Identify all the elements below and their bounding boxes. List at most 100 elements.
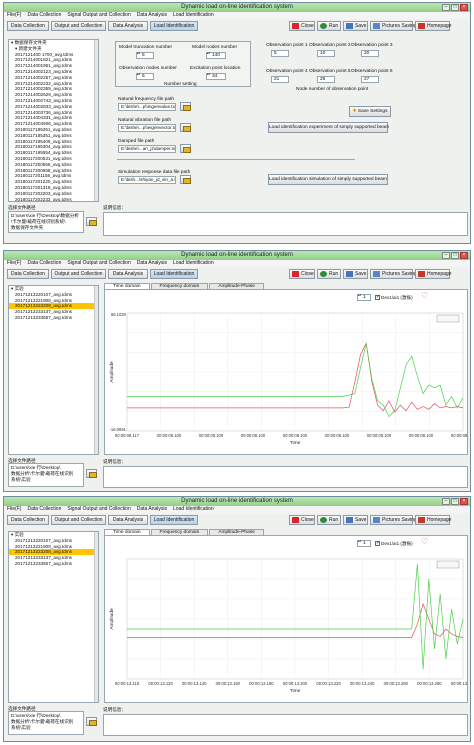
number-setting-label: Number setting: [164, 82, 197, 87]
close-button[interactable]: Close: [289, 21, 315, 31]
tab-data-analysis[interactable]: Data Analysis: [108, 269, 148, 279]
menu-data-collection[interactable]: Data Collection: [27, 260, 61, 267]
path-display: D:\users\xie 行\Desktop\数据分析\卡尔曼\载荷在线识别系统…: [8, 711, 84, 735]
tab-load-identification[interactable]: Load Identification: [150, 269, 198, 279]
file-list-item[interactable]: 20171213233657_avg.tdms: [9, 561, 98, 567]
pictures-saving-button[interactable]: Pictures Saving: [370, 21, 417, 31]
heart-icon[interactable]: ♡: [421, 291, 428, 300]
browse-folder-button[interactable]: [86, 217, 97, 226]
x-tick-label: 00:00:13.200: [283, 681, 308, 686]
menu-signal-output[interactable]: Signal Output and Collection: [67, 506, 130, 513]
time-domain-chart[interactable]: 00:00:08.117 00:00:08.100 00:00:08.100 00:0…: [105, 303, 467, 455]
observation-nodes-input[interactable]: 6: [136, 73, 154, 80]
menu-data-collection[interactable]: Data Collection: [27, 12, 61, 19]
tab-data-analysis[interactable]: Data Analysis: [108, 21, 148, 31]
browse-folder-button[interactable]: [86, 717, 97, 726]
tab-output-collection[interactable]: Output and Collection: [51, 21, 106, 31]
close-window-icon[interactable]: ×: [460, 498, 468, 505]
model-nodes-input[interactable]: 140: [206, 52, 226, 59]
close-button[interactable]: Close: [289, 269, 315, 279]
time-domain-chart[interactable]: 00:00:13.118 00:00:13.120 00:00:13.140 00:0…: [105, 549, 467, 703]
channel-selector[interactable]: 1: [357, 294, 371, 301]
menu-file[interactable]: File(F): [7, 260, 21, 267]
heart-icon[interactable]: ♡: [421, 537, 428, 546]
homepage-button[interactable]: Homepage: [415, 269, 451, 279]
obs-input-5[interactable]: 26: [317, 76, 335, 83]
menu-signal-output[interactable]: Signal Output and Collection: [67, 12, 130, 19]
save-button[interactable]: Save: [343, 269, 368, 279]
minimize-icon[interactable]: –: [442, 252, 450, 259]
menu-load-identification[interactable]: Load Identification: [173, 12, 214, 19]
pictures-saving-button[interactable]: Pictures Saving: [370, 515, 417, 525]
run-button[interactable]: Run: [317, 21, 341, 31]
save-settings-button[interactable]: ✚ Save Settings: [349, 106, 391, 117]
excitation-input[interactable]: 34: [206, 73, 226, 80]
save-button[interactable]: Save: [343, 21, 368, 31]
save-button[interactable]: Save: [343, 515, 368, 525]
menu-file[interactable]: File(F): [7, 12, 21, 19]
homepage-button[interactable]: Homepage: [415, 515, 451, 525]
model-truncation-input[interactable]: 5: [136, 52, 154, 59]
simulation-button[interactable]: Load identification simulation of simply…: [268, 174, 388, 185]
channel-checkbox[interactable]: Dev1/ai1 (激振): [375, 540, 413, 547]
experiment-button[interactable]: Load identification experiment of simply…: [268, 122, 389, 133]
minimize-icon[interactable]: –: [442, 4, 450, 11]
menu-data-analysis[interactable]: Data Analysis: [137, 506, 167, 513]
x-tick-label: 00:00:08.100: [325, 433, 350, 438]
title-bar: Dynamic load on-line identification syst…: [4, 251, 470, 260]
home-icon: [418, 517, 425, 523]
obs-input-6[interactable]: 27: [361, 76, 379, 83]
tab-data-analysis[interactable]: Data Analysis: [108, 515, 148, 525]
scrollbar[interactable]: [94, 40, 98, 201]
damped-browse-button[interactable]: [180, 144, 191, 153]
tab-data-collection[interactable]: Data Collection: [7, 515, 49, 525]
x-axis-label: Time: [290, 440, 301, 446]
natural-freq-path[interactable]: E:\bishe\...p\\ingenvalue.txt: [118, 103, 176, 111]
menu-data-analysis[interactable]: Data Analysis: [137, 260, 167, 267]
channel-selector[interactable]: 1: [357, 540, 371, 547]
natural-freq-browse-button[interactable]: [180, 102, 191, 111]
damped-path[interactable]: E:\bishe\...an_jz\damper.txt: [118, 145, 176, 153]
close-button[interactable]: Close: [289, 515, 315, 525]
file-tree[interactable]: ▾ 实验 20171213220107_avg.tdms 2017121322190…: [8, 285, 99, 455]
file-tree[interactable]: ▾ 实验 20171213220107_avg.tdms 2017121322190…: [8, 531, 99, 703]
menu-data-collection[interactable]: Data Collection: [27, 506, 61, 513]
close-window-icon[interactable]: ×: [460, 4, 468, 11]
scrollbar[interactable]: [94, 286, 98, 454]
tab-output-collection[interactable]: Output and Collection: [51, 269, 106, 279]
obs-input-2[interactable]: 10: [317, 50, 335, 57]
file-tree[interactable]: ▾ 数据保存文件夹 ▾ 新建文件夹 2017121400 1700_avg.tdms…: [8, 39, 99, 202]
obs-input-4[interactable]: 21: [271, 76, 289, 83]
tab-data-collection[interactable]: Data Collection: [7, 21, 49, 31]
tab-load-identification[interactable]: Load Identification: [150, 515, 198, 525]
close-window-icon[interactable]: ×: [460, 252, 468, 259]
minimize-icon[interactable]: –: [442, 498, 450, 505]
run-button[interactable]: Run: [317, 269, 341, 279]
save-icon: [346, 23, 353, 29]
scrollbar[interactable]: [94, 532, 98, 702]
file-list-item[interactable]: 20171213233657_avg.tdms: [9, 315, 98, 321]
simulation-browse-button[interactable]: [180, 175, 191, 184]
obs-input-1[interactable]: 5: [271, 50, 289, 57]
natural-vib-browse-button[interactable]: [180, 123, 191, 132]
menu-load-identification[interactable]: Load Identification: [173, 506, 214, 513]
tab-data-collection[interactable]: Data Collection: [7, 269, 49, 279]
file-list-item[interactable]: 20180117202233_avg.tdms: [9, 197, 98, 201]
maximize-icon[interactable]: □: [451, 498, 459, 505]
maximize-icon[interactable]: □: [451, 4, 459, 11]
run-button[interactable]: Run: [317, 515, 341, 525]
natural-vib-path[interactable]: E:\bishe\...p\\eigenvector.txt: [118, 124, 176, 132]
browse-folder-button[interactable]: [86, 469, 97, 478]
simulation-file-path[interactable]: E:\bish...\shiyan_jd_sin_a.txt: [118, 176, 176, 184]
maximize-icon[interactable]: □: [451, 252, 459, 259]
menu-data-analysis[interactable]: Data Analysis: [137, 12, 167, 19]
tab-output-collection[interactable]: Output and Collection: [51, 515, 106, 525]
channel-checkbox[interactable]: Dev1/ai1 (激振): [375, 294, 413, 301]
menu-file[interactable]: File(F): [7, 506, 21, 513]
tab-load-identification[interactable]: Load Identification: [150, 21, 198, 31]
menu-signal-output[interactable]: Signal Output and Collection: [67, 260, 130, 267]
menu-load-identification[interactable]: Load Identification: [173, 260, 214, 267]
pictures-saving-button[interactable]: Pictures Saving: [370, 269, 417, 279]
homepage-button[interactable]: Homepage: [415, 21, 451, 31]
obs-input-3[interactable]: 20: [361, 50, 379, 57]
